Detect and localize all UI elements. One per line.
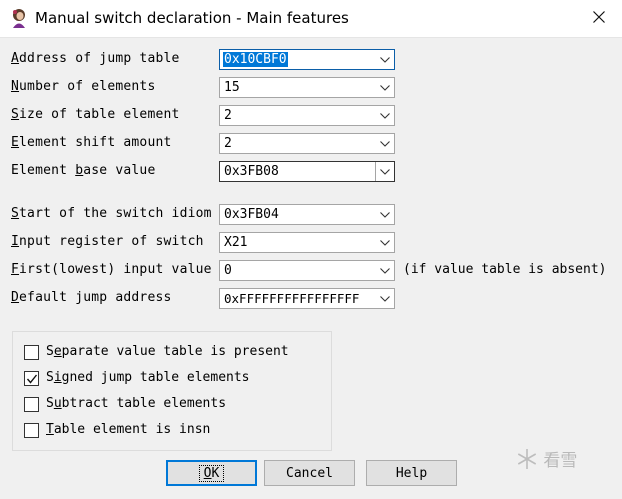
element-shift-amount-value: 2 bbox=[224, 136, 232, 151]
start-of-switch-idiom-combo[interactable]: 0x3FB04 bbox=[219, 204, 395, 225]
signed-jump-table-label: Signed jump table elements bbox=[46, 370, 250, 385]
first-input-value-label: First(lowest) input value bbox=[11, 262, 212, 277]
cancel-button[interactable]: Cancel bbox=[264, 460, 355, 486]
subtract-table-elements-label: Subtract table elements bbox=[46, 396, 227, 411]
element-base-value-value: 0x3FB08 bbox=[224, 164, 279, 179]
number-of-elements-label: Number of elements bbox=[11, 79, 156, 94]
size-of-table-element-value: 2 bbox=[224, 108, 232, 123]
address-of-jump-table-combo[interactable]: 0x10CBF0 bbox=[219, 49, 395, 70]
checkbox-box[interactable] bbox=[24, 371, 39, 386]
help-button[interactable]: Help bbox=[366, 460, 457, 486]
number-of-elements-value: 15 bbox=[224, 80, 240, 95]
close-icon bbox=[593, 11, 605, 27]
address-of-jump-table-value: 0x10CBF0 bbox=[223, 52, 288, 67]
title-bar: Manual switch declaration - Main feature… bbox=[0, 0, 622, 38]
chevron-down-icon[interactable] bbox=[376, 261, 394, 280]
first-input-value-value: 0 bbox=[224, 263, 232, 278]
input-register-of-switch-label: Input register of switch bbox=[11, 234, 204, 249]
input-register-of-switch-value: X21 bbox=[224, 235, 248, 250]
size-of-table-element-combo[interactable]: 2 bbox=[219, 105, 395, 126]
chevron-down-icon[interactable] bbox=[376, 233, 394, 252]
chevron-down-icon[interactable] bbox=[376, 50, 394, 69]
element-base-value-combo[interactable]: 0x3FB08 bbox=[219, 161, 395, 182]
checkbox-box[interactable] bbox=[24, 423, 39, 438]
close-button[interactable] bbox=[576, 0, 622, 38]
ida-app-icon bbox=[9, 8, 29, 30]
ok-button-label: OK bbox=[198, 464, 225, 482]
start-of-switch-idiom-label: Start of the switch idiom bbox=[11, 206, 212, 221]
checkbox-box[interactable] bbox=[24, 397, 39, 412]
watermark: 看雪 bbox=[516, 446, 577, 471]
chevron-down-icon[interactable] bbox=[376, 78, 394, 97]
start-of-switch-idiom-value: 0x3FB04 bbox=[224, 207, 279, 222]
address-of-jump-table-label: Address of jump table bbox=[11, 51, 180, 66]
chevron-down-icon[interactable] bbox=[376, 106, 394, 125]
chevron-down-icon[interactable] bbox=[376, 205, 394, 224]
default-jump-address-combo[interactable]: 0xFFFFFFFFFFFFFFFF bbox=[219, 288, 395, 309]
default-jump-address-value: 0xFFFFFFFFFFFFFFFF bbox=[224, 291, 360, 306]
element-base-value-label: Element base value bbox=[11, 163, 156, 178]
snowflake-icon bbox=[517, 449, 537, 469]
checkmark-icon bbox=[26, 374, 38, 384]
checkbox-box[interactable] bbox=[24, 345, 39, 360]
first-input-value-combo[interactable]: 0 bbox=[219, 260, 395, 281]
size-of-table-element-label: Size of table element bbox=[11, 107, 180, 122]
ok-button[interactable]: OK bbox=[166, 460, 257, 486]
cancel-button-label: Cancel bbox=[286, 465, 333, 481]
input-register-of-switch-combo[interactable]: X21 bbox=[219, 232, 395, 253]
first-input-note: (if value table is absent) bbox=[403, 262, 607, 277]
separate-value-table-label: Separate value table is present bbox=[46, 344, 289, 359]
chevron-down-icon[interactable] bbox=[375, 162, 394, 181]
element-shift-amount-combo[interactable]: 2 bbox=[219, 133, 395, 154]
chevron-down-icon[interactable] bbox=[376, 134, 394, 153]
number-of-elements-combo[interactable]: 15 bbox=[219, 77, 395, 98]
element-shift-amount-label: Element shift amount bbox=[11, 135, 172, 150]
help-button-label: Help bbox=[395, 465, 428, 481]
window-title: Manual switch declaration - Main feature… bbox=[35, 9, 349, 27]
default-jump-address-label: Default jump address bbox=[11, 290, 172, 305]
chevron-down-icon[interactable] bbox=[376, 289, 394, 308]
table-element-is-insn-label: Table element is insn bbox=[46, 422, 211, 437]
